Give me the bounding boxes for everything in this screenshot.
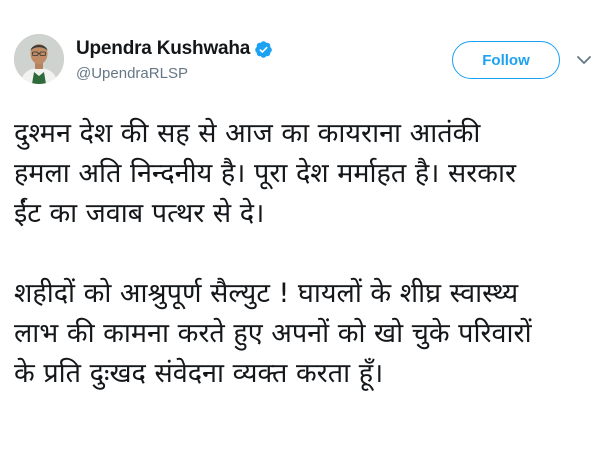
follow-button[interactable]: Follow <box>452 41 560 79</box>
display-name[interactable]: Upendra Kushwaha <box>76 38 250 60</box>
tweet-header: Upendra Kushwaha @UpendraRLSP Follow <box>14 34 591 94</box>
tweet-paragraph-2: शहीदों को आश्रुपूर्ण सैल्युट ! घायलों के… <box>14 278 532 389</box>
display-name-row: Upendra Kushwaha <box>76 37 273 61</box>
verified-badge-icon <box>254 40 273 59</box>
avatar-image <box>14 34 64 84</box>
user-info: Upendra Kushwaha @UpendraRLSP <box>76 37 273 82</box>
user-handle[interactable]: @UpendraRLSP <box>76 65 273 82</box>
chevron-down-icon[interactable] <box>574 50 594 70</box>
tweet-card: Upendra Kushwaha @UpendraRLSP Follow दुश… <box>0 0 600 450</box>
avatar[interactable] <box>14 34 64 84</box>
tweet-text: दुश्मन देश की सह से आज का कायराना आतंकी … <box>14 114 594 394</box>
tweet-paragraph-1: दुश्मन देश की सह से आज का कायराना आतंकी … <box>14 118 517 229</box>
